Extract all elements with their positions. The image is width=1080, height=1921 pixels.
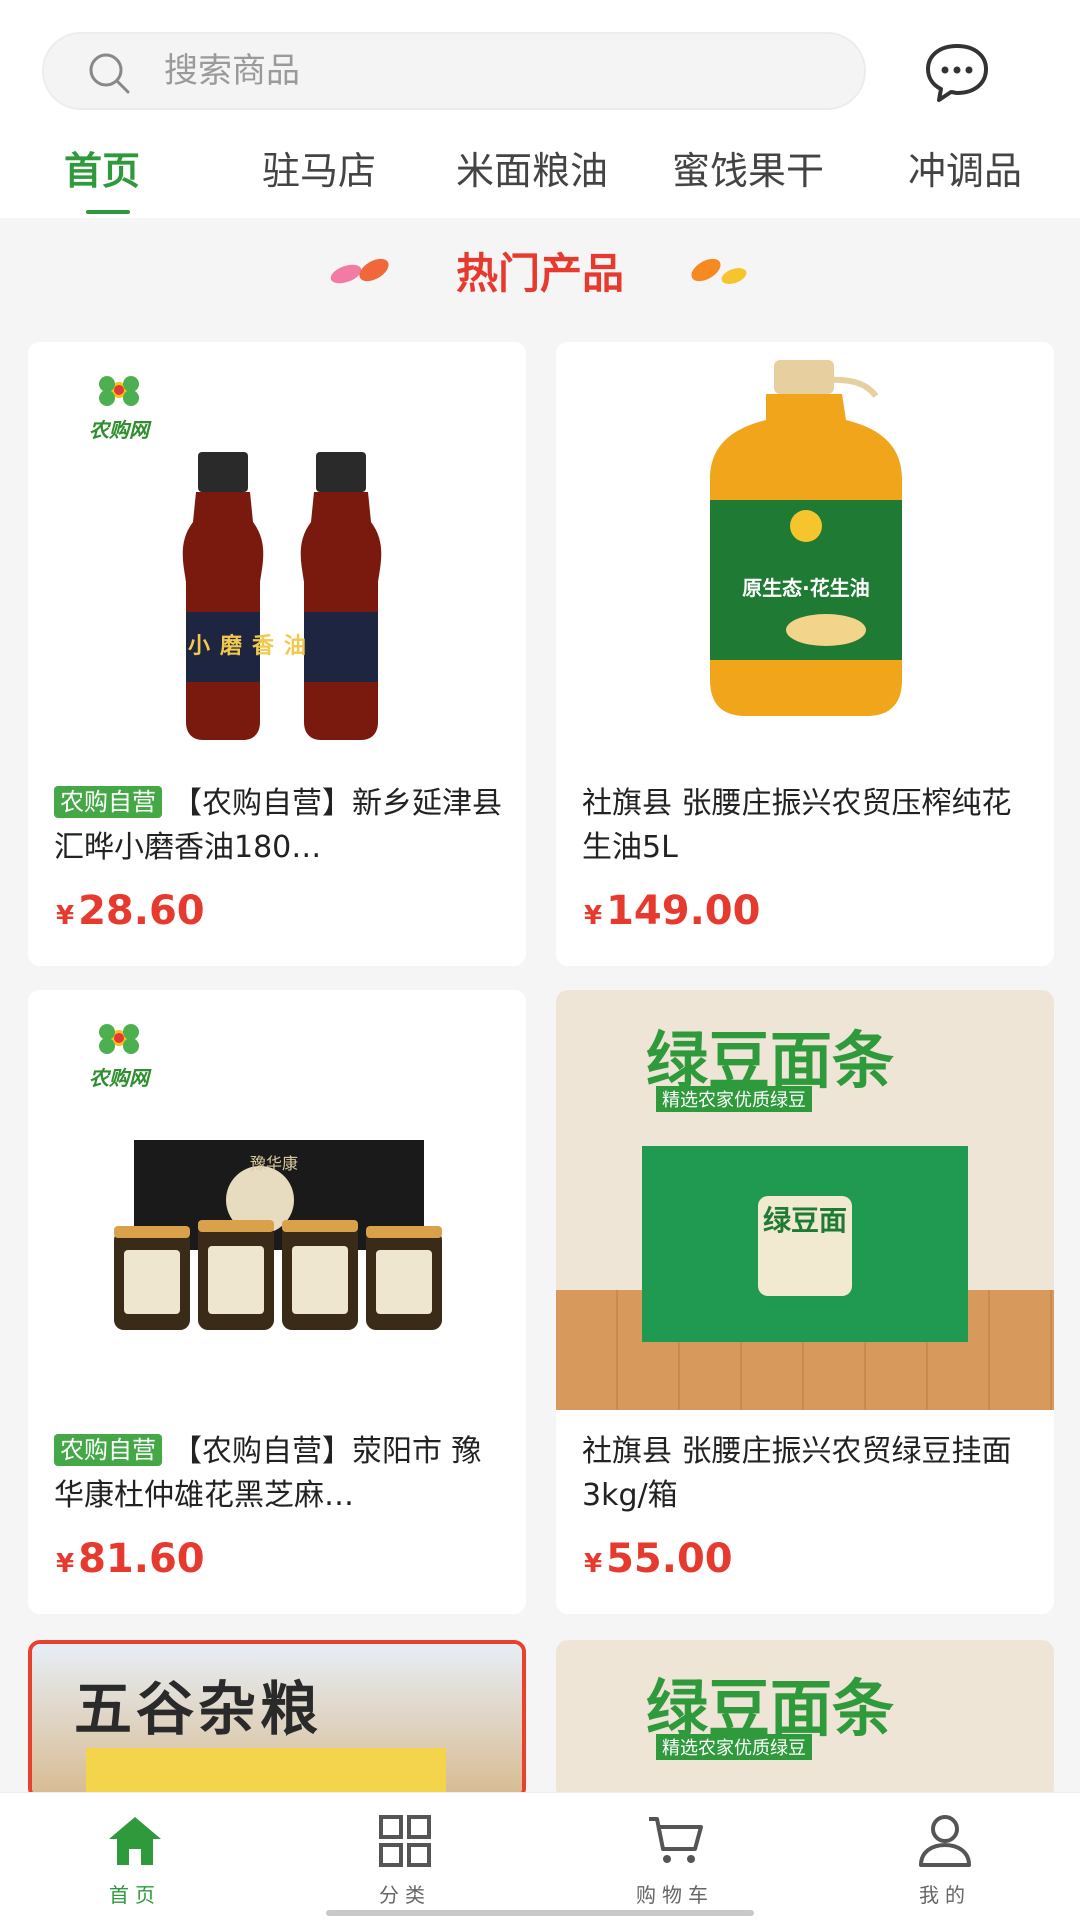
- product-image: 绿豆面条 精选农家优质绿豆: [556, 1640, 1054, 1800]
- product-image: 农购网 小磨香油: [28, 342, 526, 762]
- message-icon[interactable]: [922, 40, 992, 104]
- search-bar[interactable]: 搜索商品: [42, 32, 866, 110]
- bottom-navigation: 首页 分类 购物车 我的: [0, 1792, 1080, 1921]
- tab-home[interactable]: 首页: [64, 140, 140, 195]
- self-operated-badge: 农购自营: [54, 786, 162, 818]
- nav-category[interactable]: 分类: [270, 1793, 540, 1921]
- product-price: ¥149.00: [584, 888, 761, 934]
- brand-logo: 农购网: [74, 1018, 164, 1090]
- nav-label: 我的: [919, 1883, 971, 1907]
- search-placeholder: 搜索商品: [164, 51, 300, 91]
- gift-bag: 绿豆面: [642, 1146, 968, 1342]
- product-name: 农购自营 【农购自营】新乡延津县汇晔小磨香油180…: [54, 786, 502, 865]
- nav-label: 分类: [379, 1883, 431, 1907]
- cart-icon: [649, 1817, 703, 1863]
- home-icon: [109, 1817, 161, 1865]
- product-card[interactable]: 绿豆面条 精选农家优质绿豆: [556, 1640, 1054, 1800]
- product-card[interactable]: 绿豆面条 精选农家优质绿豆 绿豆面 社旗县 张腰庄振兴农贸绿豆挂面3kg/箱 ¥…: [556, 990, 1054, 1614]
- product-name: 社旗县 张腰庄振兴农贸绿豆挂面3kg/箱: [582, 1434, 1012, 1513]
- nav-home[interactable]: 首页: [0, 1793, 270, 1921]
- petal-decoration-icon: [691, 258, 747, 284]
- grid-icon: [379, 1815, 431, 1867]
- peanut-oil-bottle: [710, 360, 902, 716]
- tab-beverage[interactable]: 冲调品: [908, 140, 1022, 195]
- brand-logo: 农购网: [74, 370, 164, 442]
- box-brand-label: 豫华康: [250, 1154, 299, 1173]
- section-title: 热门产品: [455, 249, 624, 298]
- category-tabs: 首页 驻马店 米面粮油 蜜饯果干 冲调品: [0, 140, 1080, 218]
- product-card[interactable]: 农购网 豫华康 农购自营 【农购自营】荥阳市 豫华康杜仲雄花黑芝麻… ¥ 81.…: [28, 990, 526, 1614]
- header: 搜索商品 首页 驻马店 米面粮油 蜜饯果干 冲调品: [0, 0, 1080, 218]
- poster-title: 五谷杂粮: [74, 1675, 323, 1743]
- self-operated-badge: 农购自营: [54, 1434, 162, 1466]
- nav-profile[interactable]: 我的: [810, 1793, 1080, 1921]
- product-name: 农购自营 【农购自营】荥阳市 豫华康杜仲雄花黑芝麻…: [54, 1434, 482, 1513]
- tab-grain-oil[interactable]: 米面粮油: [456, 140, 608, 195]
- product-price: ¥28.60: [56, 888, 205, 934]
- product-image: 五谷杂粮: [32, 1644, 522, 1796]
- product-card[interactable]: 原生态·花生油 社旗县 张腰庄振兴农贸压榨纯花生油5L ¥149.00: [556, 342, 1054, 966]
- product-price: ¥55.00: [584, 1536, 733, 1582]
- nav-label: 购物车: [636, 1883, 714, 1907]
- product-image: 原生态·花生油: [556, 342, 1054, 762]
- hot-products-header: 热门产品: [0, 240, 1080, 300]
- poster-subtitle: 精选农家优质绿豆: [656, 1734, 812, 1760]
- product-image: 农购网 豫华康: [28, 990, 526, 1410]
- tab-zhumadian[interactable]: 驻马店: [262, 140, 376, 195]
- active-tab-indicator: [86, 210, 130, 214]
- product-card[interactable]: 农购网 小磨香油 农购自营 【农购自营】新乡延津县汇晔小磨香油180… ¥28.6…: [28, 342, 526, 966]
- poster-subtitle: 精选农家优质绿豆: [656, 1086, 812, 1112]
- bottle-label: 小磨香油: [188, 634, 317, 659]
- tab-dried-fruit[interactable]: 蜜饯果干: [672, 140, 824, 195]
- product-card[interactable]: 五谷杂粮: [28, 1640, 526, 1800]
- product-name: 社旗县 张腰庄振兴农贸压榨纯花生油5L: [582, 786, 1012, 865]
- user-icon: [919, 1815, 971, 1867]
- search-icon: [89, 53, 130, 94]
- sesame-oil-bottles: [182, 452, 382, 740]
- nav-cart[interactable]: 购物车: [540, 1793, 810, 1921]
- home-indicator: [326, 1910, 754, 1916]
- product-image: 绿豆面条 精选农家优质绿豆 绿豆面: [556, 990, 1054, 1410]
- product-price: ¥81.60: [56, 1536, 205, 1582]
- bottle-label: 原生态·花生油: [742, 576, 870, 600]
- nav-label: 首页: [109, 1883, 161, 1907]
